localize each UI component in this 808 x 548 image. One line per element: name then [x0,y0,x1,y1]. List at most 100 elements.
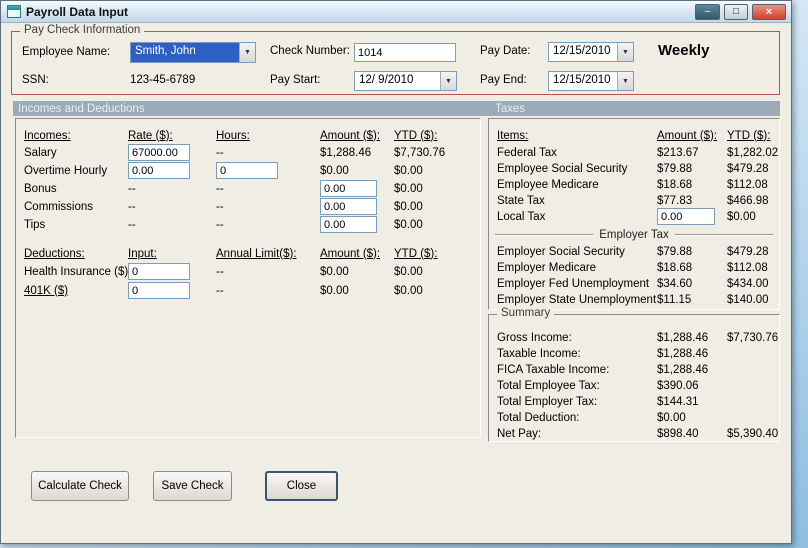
401k-input[interactable] [128,282,190,299]
salary-rate-input[interactable] [128,144,190,161]
paycheck-group-label: Pay Check Information [20,24,145,36]
tax-label: Employer Medicare [497,261,597,274]
chevron-down-icon[interactable]: ▼ [617,72,633,90]
summary-label: Total Employer Tax: [497,395,598,408]
summary-row-gross: Gross Income: $1,288.46 $7,730.76 [497,329,778,346]
income-rate: -- [128,218,136,231]
local-tax-input[interactable] [657,208,715,225]
income-ytd: $0.00 [394,200,423,213]
commissions-amount-input[interactable] [320,198,377,215]
tax-label: Local Tax [497,210,546,223]
tax-label: State Tax [497,194,545,207]
tax-row-employer-ss: Employer Social Security $79.88 $479.28 [497,243,776,260]
app-icon[interactable] [7,5,21,18]
amount-header: Amount ($): [657,129,718,142]
pay-end-picker[interactable]: 12/15/2010 ▼ [548,71,634,91]
deduction-limit: -- [216,265,224,278]
tax-ytd: $1,282.02 [727,146,779,159]
summary-label: Taxable Income: [497,347,581,360]
summary-label: Total Deduction: [497,411,580,424]
income-label: Tips [24,218,46,231]
deduction-label: Health Insurance ($) [24,265,129,278]
app-window: Payroll Data Input – □ × Pay Check Infor… [0,0,792,544]
tax-amount: $79.88 [657,245,693,258]
save-check-button[interactable]: Save Check [153,471,232,501]
income-hours: -- [216,218,224,231]
income-amount: $1,288.46 [320,146,372,159]
summary-label: Total Employee Tax: [497,379,600,392]
deduction-row-401k: 401K ($) -- $0.00 $0.00 [24,282,477,299]
close-button[interactable]: Close [265,471,338,501]
minimize-button[interactable]: – [695,4,720,20]
pay-start-picker[interactable]: 12/ 9/2010 ▼ [354,71,457,91]
income-hours: -- [216,182,224,195]
bonus-amount-input[interactable] [320,180,377,197]
tax-label: Employer Fed Unemployment [497,277,650,290]
income-ytd: $0.00 [394,182,423,195]
summary-group-label: Summary [497,307,555,319]
tax-ytd: $479.28 [727,162,769,175]
employee-name-select[interactable]: Smith, John ▼ [130,42,256,63]
tax-amount: $34.60 [657,277,693,290]
summary-value: $1,288.46 [657,331,709,344]
tax-row-federal: Federal Tax $213.67 $1,282.02 [497,144,779,161]
tax-amount: $79.88 [657,162,693,175]
employer-tax-separator: Employer Tax [495,229,773,241]
deduction-row-health-insurance: Health Insurance ($) -- $0.00 $0.00 [24,263,477,280]
pay-date-picker[interactable]: 12/15/2010 ▼ [548,42,634,62]
tax-amount: $18.68 [657,178,693,191]
form-client-area: Pay Check Information Employee Name: Smi… [1,23,791,543]
tips-amount-input[interactable] [320,216,377,233]
pay-start-value: 12/ 9/2010 [359,74,414,86]
tax-amount: $11.15 [657,293,692,306]
window-title: Payroll Data Input [26,4,129,19]
income-label: Overtime Hourly [24,164,108,177]
incomes-deductions-panel: Incomes: Rate ($): Hours: Amount ($): YT… [15,118,481,438]
chevron-down-icon[interactable]: ▼ [239,43,255,62]
maximize-button[interactable]: □ [724,4,748,20]
title-bar[interactable]: Payroll Data Input – □ × [1,1,791,23]
ytd-header: YTD ($): [727,129,771,142]
overtime-hours-input[interactable] [216,162,278,179]
deduction-ytd: $0.00 [394,265,423,278]
tax-ytd: $434.00 [727,277,769,290]
tax-row-employee-medicare: Employee Medicare $18.68 $112.08 [497,176,776,193]
income-hours: -- [216,146,224,159]
overtime-rate-input[interactable] [128,162,190,179]
tax-ytd: $479.28 [727,245,769,258]
tax-ytd: $140.00 [727,293,769,306]
income-label: Bonus [24,182,57,195]
chevron-down-icon[interactable]: ▼ [617,43,633,61]
summary-value: $390.06 [657,379,699,392]
paycheck-info-group: Pay Check Information Employee Name: Smi… [11,24,780,95]
income-label: Commissions [24,200,94,213]
income-ytd: $0.00 [394,218,423,231]
health-insurance-input[interactable] [128,263,190,280]
deductions-header: Deductions: [24,247,85,260]
income-ytd: $7,730.76 [394,146,446,159]
tax-row-employer-fed-unemployment: Employer Fed Unemployment $34.60 $434.00 [497,275,776,292]
section-taxes-label: Taxes [495,102,526,115]
window-close-button[interactable]: × [752,4,786,20]
employee-name-label: Employee Name: [22,46,111,58]
summary-row-total-deduction: Total Deduction: $0.00 [497,409,776,426]
check-number-input[interactable] [354,43,456,62]
amount-header: Amount ($): [320,129,381,142]
pay-date-label: Pay Date: [480,45,531,57]
calculate-check-button[interactable]: Calculate Check [31,471,129,501]
deduction-amount: $0.00 [320,265,349,278]
summary-row-total-employer-tax: Total Employer Tax: $144.31 [497,393,776,410]
tax-amount: $213.67 [657,146,699,159]
summary-value: $144.31 [657,395,699,408]
tax-ytd: $0.00 [727,210,756,223]
pay-start-label: Pay Start: [270,74,321,86]
tax-label: Federal Tax [497,146,557,159]
income-row-commissions: Commissions -- -- $0.00 [24,198,477,215]
deduction-limit: -- [216,284,224,297]
chevron-down-icon[interactable]: ▼ [440,72,456,90]
401k-link[interactable]: 401K ($) [24,285,128,297]
divider [674,234,773,236]
ytd-header: YTD ($): [394,129,438,142]
items-header: Items: [497,129,529,142]
annual-limit-header: Annual Limit($): [216,247,297,260]
